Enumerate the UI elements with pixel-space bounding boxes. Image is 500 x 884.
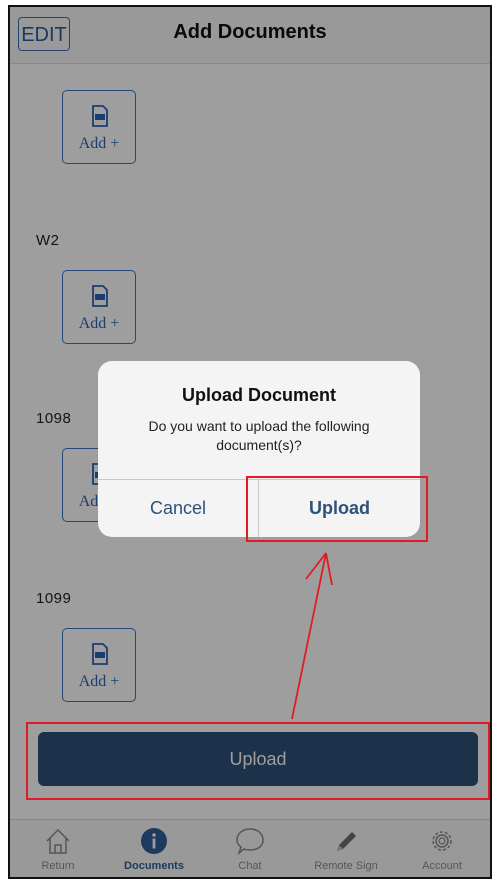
dialog-message: Do you want to upload the following docu… [148,418,370,453]
highlight-box-confirm [246,476,428,542]
dialog-title: Upload Document [181,385,336,405]
highlight-box-upload [26,722,490,800]
phone-screen: EDIT Add Documents Add + W2 Add + 1098 A [8,5,492,879]
cancel-button[interactable]: Cancel [98,480,258,537]
